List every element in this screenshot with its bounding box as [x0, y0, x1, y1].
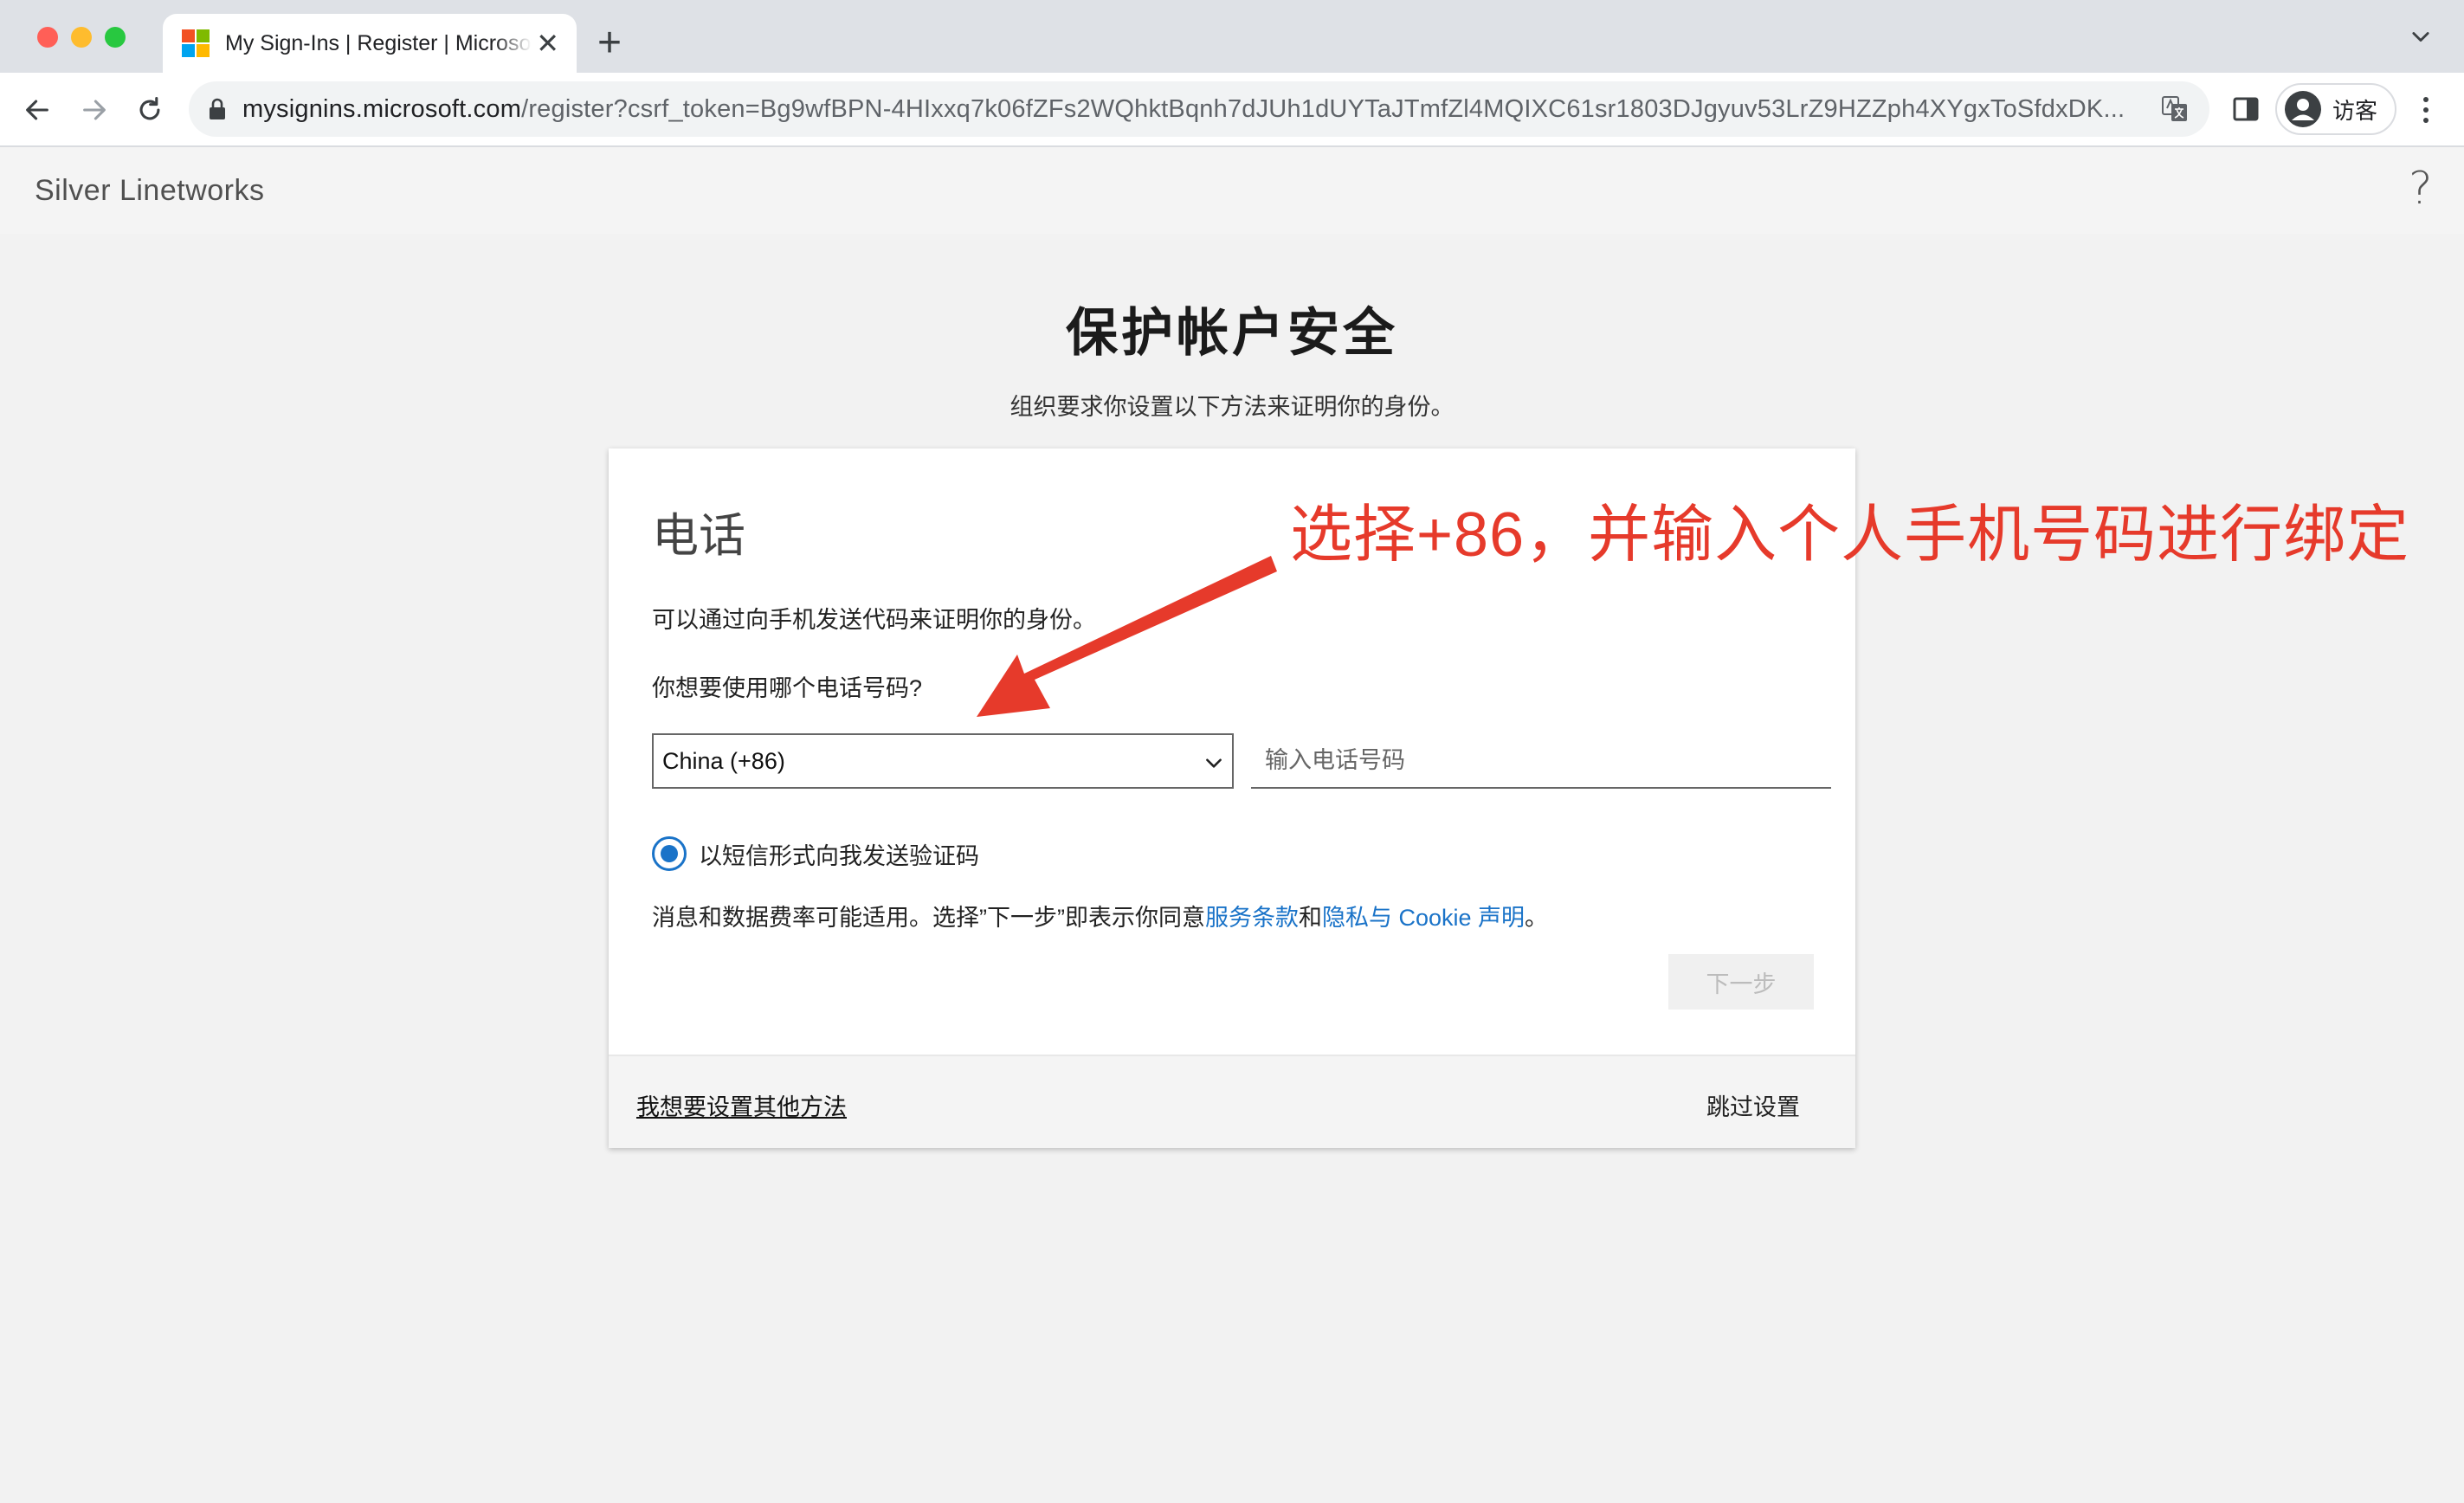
profile-button[interactable]: 访客: [2275, 83, 2396, 135]
consent-and: 和: [1298, 905, 1322, 931]
lock-icon[interactable]: [208, 98, 227, 120]
sms-option-label: 以短信形式向我发送验证码: [699, 842, 979, 869]
consent-suffix: 。: [1525, 905, 1549, 931]
maximize-window-button[interactable]: [105, 27, 126, 48]
page-subtitle: 组织要求你设置以下方法来证明你的身份。: [1009, 394, 1455, 420]
microsoft-logo-icon: [182, 29, 210, 57]
organization-name: Silver Linetworks: [35, 174, 265, 207]
page-title: 保护帐户安全: [1066, 304, 1398, 362]
more-menu-icon[interactable]: [2416, 92, 2436, 128]
country-code-select[interactable]: China (+86): [652, 733, 1234, 789]
browser-toolbar: mysignins.microsoft.com/register?csrf_to…: [0, 73, 2464, 147]
reload-icon: [139, 96, 160, 120]
page-header: Silver Linetworks ?: [0, 147, 2464, 234]
annotation-text: 选择+86，并输入个人手机号码进行绑定: [1290, 500, 2410, 570]
back-button[interactable]: [17, 90, 57, 130]
card-description: 可以通过向手机发送代码来证明你的身份。: [652, 607, 1096, 633]
browser-titlebar: My Sign-Ins | Register | Microsoft ✕ +: [0, 0, 2464, 73]
radio-selected-dot: [661, 845, 678, 862]
country-code-value: China (+86): [662, 747, 785, 774]
phone-number-input[interactable]: [1251, 733, 1831, 789]
help-icon[interactable]: ?: [2409, 163, 2433, 215]
profile-label: 访客: [2332, 97, 2378, 124]
consent-text: 消息和数据费率可能适用。选择”下一步”即表示你同意服务条款和隐私与 Cookie…: [652, 899, 1548, 932]
tab-title: My Sign-Ins | Register | Microsoft: [225, 30, 532, 55]
address-bar[interactable]: mysignins.microsoft.com/register?csrf_to…: [189, 81, 2209, 137]
back-arrow-icon: [26, 100, 48, 120]
phone-question-label: 你想要使用哪个电话号码?: [652, 675, 923, 701]
close-tab-icon[interactable]: ✕: [536, 29, 559, 57]
reload-button[interactable]: [130, 90, 170, 130]
next-button[interactable]: 下一步: [1668, 954, 1814, 1010]
url-text: mysignins.microsoft.com/register?csrf_to…: [242, 95, 2147, 124]
close-window-button[interactable]: [37, 27, 58, 48]
url-path: /register?csrf_token=Bg9wfBPN-4HIxxq7k06…: [521, 94, 2125, 123]
skip-setup-link[interactable]: 跳过设置: [1706, 1088, 1800, 1122]
url-host: mysignins.microsoft.com: [242, 94, 522, 123]
consent-prefix: 消息和数据费率可能适用。选择”下一步”即表示你同意: [652, 905, 1205, 931]
chevron-down-icon: [1206, 758, 1222, 768]
browser-tab[interactable]: My Sign-Ins | Register | Microsoft ✕: [163, 14, 577, 73]
privacy-cookie-link[interactable]: 隐私与 Cookie 声明: [1322, 905, 1525, 931]
avatar-icon: [2285, 91, 2321, 127]
forward-button[interactable]: [74, 90, 114, 130]
new-tab-button[interactable]: +: [597, 17, 622, 69]
terms-of-service-link[interactable]: 服务条款: [1205, 905, 1299, 931]
side-panel-icon[interactable]: [2230, 94, 2261, 125]
card-title: 电话: [652, 510, 745, 562]
minimize-window-button[interactable]: [71, 27, 92, 48]
forward-arrow-icon: [83, 100, 106, 120]
sms-radio-button[interactable]: [652, 836, 687, 871]
translate-icon[interactable]: [2161, 95, 2189, 123]
card-footer: 我想要设置其他方法 跳过设置: [609, 1055, 1855, 1148]
sms-option[interactable]: 以短信形式向我发送验证码: [652, 836, 979, 871]
other-method-link[interactable]: 我想要设置其他方法: [636, 1088, 847, 1122]
tab-search-chevron-icon[interactable]: [2409, 24, 2433, 48]
